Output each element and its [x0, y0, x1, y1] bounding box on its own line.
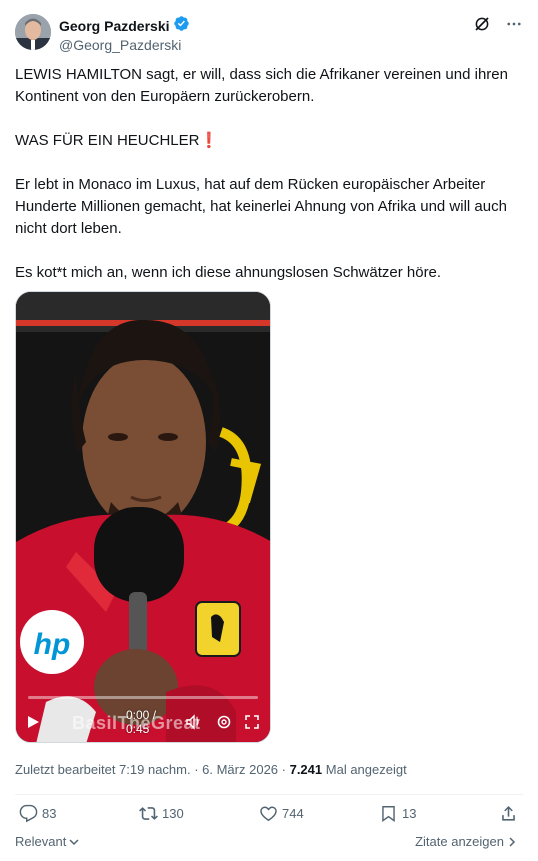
svg-text:hp: hp	[34, 628, 71, 661]
bookmark-button[interactable]: 13	[379, 804, 416, 823]
reply-button[interactable]: 83	[19, 804, 56, 823]
post-paragraph: Er lebt in Monaco im Luxus, hat auf dem …	[15, 176, 507, 237]
sort-dropdown[interactable]: Relevant	[15, 834, 80, 849]
bookmark-icon	[382, 806, 395, 823]
reply-icon	[19, 804, 38, 823]
author-names: Georg Pazderski @Georg_Pazderski	[59, 15, 190, 54]
chevron-right-icon	[509, 836, 516, 847]
post-meta: Zuletzt bearbeitet 7:19 nachm. · 6. März…	[15, 761, 407, 779]
view-quotes-link[interactable]: Zitate anzeigen	[415, 834, 517, 849]
repost-count: 130	[162, 806, 184, 821]
reply-footer: Relevant Zitate anzeigen	[15, 834, 523, 854]
sort-label: Relevant	[15, 834, 67, 849]
repost-button[interactable]: 130	[139, 804, 184, 823]
play-icon[interactable]	[26, 714, 40, 730]
grok-icon[interactable]	[473, 15, 491, 33]
fullscreen-icon[interactable]	[244, 714, 260, 730]
view-quotes-label: Zitate anzeigen	[415, 834, 504, 849]
video-controls: 0:00 / 0:45	[16, 692, 270, 742]
post-paragraph: Es kot*t mich an, wenn ich diese ahnungs…	[15, 264, 442, 281]
share-icon	[502, 806, 515, 821]
author-name-row[interactable]: Georg Pazderski	[59, 15, 190, 36]
chevron-down-icon	[69, 838, 79, 845]
post-paragraph: LEWIS HAMILTON sagt, er will, dass sich …	[15, 66, 508, 105]
avatar[interactable]	[15, 14, 51, 50]
verified-badge-icon	[173, 15, 190, 36]
like-count: 744	[282, 806, 304, 821]
repost-icon	[139, 807, 158, 820]
share-button[interactable]	[499, 804, 518, 823]
author-name[interactable]: Georg Pazderski	[59, 17, 170, 35]
divider	[15, 794, 523, 795]
bookmark-count: 13	[402, 806, 417, 821]
post-timestamp[interactable]: Zuletzt bearbeitet 7:19 nachm. · 6. März…	[15, 762, 286, 777]
author-handle[interactable]: @Georg_Pazderski	[59, 36, 190, 54]
settings-icon[interactable]	[216, 714, 232, 730]
video-time: 0:00 / 0:45	[126, 708, 157, 736]
video-player[interactable]: hp BasilTheGreat 0:00 / 0:45	[15, 291, 271, 743]
reply-count: 83	[42, 806, 57, 821]
more-icon[interactable]	[505, 15, 523, 33]
like-button[interactable]: 744	[259, 804, 304, 823]
post-text: LEWIS HAMILTON sagt, er will, dass sich …	[15, 64, 525, 284]
video-control-row: 0:00 / 0:45	[26, 708, 260, 736]
video-progress-bar[interactable]	[28, 696, 258, 699]
heart-icon	[260, 806, 277, 822]
header-actions	[473, 14, 523, 34]
post-header: Georg Pazderski @Georg_Pazderski	[15, 14, 523, 58]
view-count-label: Mal angezeigt	[325, 762, 407, 777]
video-frame: hp	[16, 292, 270, 742]
volume-icon[interactable]	[186, 714, 202, 730]
action-bar: 83 130 744 13	[15, 804, 523, 828]
view-count: 7.241	[289, 762, 323, 777]
post-paragraph: WAS FÜR EIN HEUCHLER❗	[15, 132, 219, 149]
